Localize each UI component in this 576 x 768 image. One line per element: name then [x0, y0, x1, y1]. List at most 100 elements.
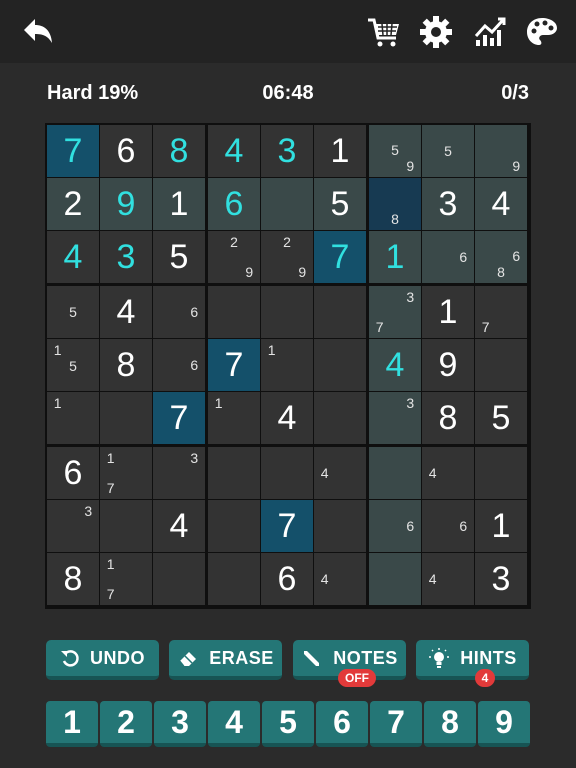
- cell-r2c3[interactable]: 1: [153, 178, 205, 230]
- cell-r9c9[interactable]: 3: [475, 553, 527, 605]
- cell-r2c7[interactable]: 8: [369, 178, 421, 230]
- cell-r2c5[interactable]: [261, 178, 313, 230]
- cell-r6c5[interactable]: 4: [261, 392, 313, 444]
- cell-r8c3[interactable]: 4: [153, 500, 205, 552]
- numpad-8[interactable]: 8: [424, 701, 476, 747]
- cell-r2c4[interactable]: 6: [208, 178, 260, 230]
- cell-r3c6[interactable]: 7: [314, 231, 366, 283]
- cell-r5c1[interactable]: 15: [47, 339, 99, 391]
- cell-r4c9[interactable]: 7: [475, 286, 527, 338]
- stats-icon[interactable]: [472, 14, 508, 50]
- cell-r3c5[interactable]: 29: [261, 231, 313, 283]
- cell-r4c8[interactable]: 1: [422, 286, 474, 338]
- cell-r1c3[interactable]: 8: [153, 125, 205, 177]
- cell-r2c9[interactable]: 4: [475, 178, 527, 230]
- cell-r8c1[interactable]: 3: [47, 500, 99, 552]
- note-4: [264, 250, 279, 264]
- cell-r6c3[interactable]: 7: [153, 392, 205, 444]
- cell-r3c4[interactable]: 29: [208, 231, 260, 283]
- cell-r7c5[interactable]: [261, 447, 313, 499]
- numpad-2[interactable]: 2: [100, 701, 152, 747]
- cell-r6c9[interactable]: 5: [475, 392, 527, 444]
- numpad-7[interactable]: 7: [370, 701, 422, 747]
- cell-r1c4[interactable]: 4: [208, 125, 260, 177]
- note-7: [372, 158, 387, 174]
- cell-r4c1[interactable]: 5: [47, 286, 99, 338]
- palette-icon[interactable]: [524, 14, 560, 50]
- cell-r5c2[interactable]: 8: [100, 339, 152, 391]
- cell-r1c2[interactable]: 6: [100, 125, 152, 177]
- cell-r7c2[interactable]: 17: [100, 447, 152, 499]
- cell-r4c6[interactable]: [314, 286, 366, 338]
- cell-r2c2[interactable]: 9: [100, 178, 152, 230]
- cell-r2c1[interactable]: 2: [47, 178, 99, 230]
- numpad-3[interactable]: 3: [154, 701, 206, 747]
- cell-r9c8[interactable]: 4: [422, 553, 474, 605]
- cell-r8c6[interactable]: [314, 500, 366, 552]
- cell-r3c2[interactable]: 3: [100, 231, 152, 283]
- cell-r9c1[interactable]: 8: [47, 553, 99, 605]
- cell-r1c8[interactable]: 5: [422, 125, 474, 177]
- cell-r5c7[interactable]: 4: [369, 339, 421, 391]
- cell-r8c7[interactable]: 6: [369, 500, 421, 552]
- cell-r1c9[interactable]: 9: [475, 125, 527, 177]
- cell-r9c4[interactable]: [208, 553, 260, 605]
- cell-r8c9[interactable]: 1: [475, 500, 527, 552]
- cell-r5c9[interactable]: [475, 339, 527, 391]
- cart-icon[interactable]: [366, 14, 402, 50]
- cell-r1c5[interactable]: 3: [261, 125, 313, 177]
- cell-r1c7[interactable]: 59: [369, 125, 421, 177]
- cell-r7c1[interactable]: 6: [47, 447, 99, 499]
- cell-r4c4[interactable]: [208, 286, 260, 338]
- cell-r7c3[interactable]: 3: [153, 447, 205, 499]
- hints-button[interactable]: HINTS: [416, 640, 529, 680]
- cell-r3c9[interactable]: 68: [475, 231, 527, 283]
- cell-r4c2[interactable]: 4: [100, 286, 152, 338]
- cell-r3c8[interactable]: 6: [422, 231, 474, 283]
- cell-r8c5[interactable]: 7: [261, 500, 313, 552]
- back-icon[interactable]: [20, 14, 56, 50]
- cell-r8c8[interactable]: 6: [422, 500, 474, 552]
- numpad-4[interactable]: 4: [208, 701, 260, 747]
- cell-r6c1[interactable]: 1: [47, 392, 99, 444]
- cell-r9c5[interactable]: 6: [261, 553, 313, 605]
- numpad-6[interactable]: 6: [316, 701, 368, 747]
- cell-r5c5[interactable]: 1: [261, 339, 313, 391]
- cell-r4c7[interactable]: 37: [369, 286, 421, 338]
- cell-r6c2[interactable]: [100, 392, 152, 444]
- cell-r6c8[interactable]: 8: [422, 392, 474, 444]
- cell-r9c3[interactable]: [153, 553, 205, 605]
- cell-r8c2[interactable]: [100, 500, 152, 552]
- cell-r5c8[interactable]: 9: [422, 339, 474, 391]
- cell-r6c6[interactable]: [314, 392, 366, 444]
- cell-r9c7[interactable]: [369, 553, 421, 605]
- cell-r1c6[interactable]: 1: [314, 125, 366, 177]
- cell-r5c6[interactable]: [314, 339, 366, 391]
- numpad-5[interactable]: 5: [262, 701, 314, 747]
- cell-r3c3[interactable]: 5: [153, 231, 205, 283]
- cell-r4c3[interactable]: 6: [153, 286, 205, 338]
- cell-r7c4[interactable]: [208, 447, 260, 499]
- numpad-9[interactable]: 9: [478, 701, 530, 747]
- cell-r9c6[interactable]: 4: [314, 553, 366, 605]
- cell-r5c3[interactable]: 6: [153, 339, 205, 391]
- cell-r3c1[interactable]: 4: [47, 231, 99, 283]
- cell-r6c7[interactable]: 3: [369, 392, 421, 444]
- erase-button[interactable]: ERASE: [169, 640, 282, 680]
- cell-r7c9[interactable]: [475, 447, 527, 499]
- cell-r7c6[interactable]: 4: [314, 447, 366, 499]
- cell-r7c8[interactable]: 4: [422, 447, 474, 499]
- cell-r2c8[interactable]: 3: [422, 178, 474, 230]
- undo-button[interactable]: UNDO: [46, 640, 159, 680]
- cell-r3c7[interactable]: 1: [369, 231, 421, 283]
- cell-r2c6[interactable]: 5: [314, 178, 366, 230]
- cell-r7c7[interactable]: [369, 447, 421, 499]
- cell-r5c4[interactable]: 7: [208, 339, 260, 391]
- cell-r4c5[interactable]: [261, 286, 313, 338]
- cell-r1c1[interactable]: 7: [47, 125, 99, 177]
- gear-icon[interactable]: [418, 14, 454, 50]
- numpad-1[interactable]: 1: [46, 701, 98, 747]
- cell-r6c4[interactable]: 1: [208, 392, 260, 444]
- cell-r8c4[interactable]: [208, 500, 260, 552]
- cell-r9c2[interactable]: 17: [100, 553, 152, 605]
